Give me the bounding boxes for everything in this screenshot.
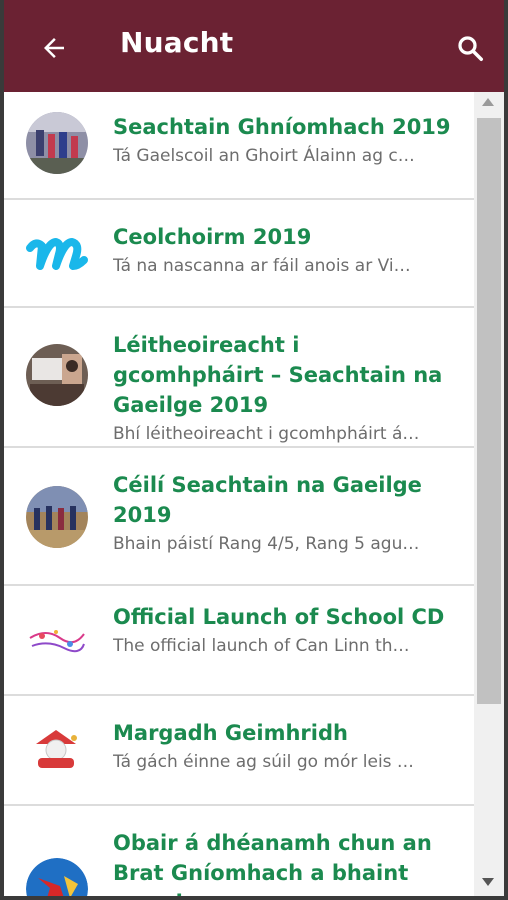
back-button[interactable] bbox=[34, 28, 74, 68]
window-frame-bottom bbox=[0, 896, 508, 900]
news-item[interactable]: Seachtain Ghníomhach 2019 Tá Gaelscoil a… bbox=[4, 92, 474, 200]
news-summary: The official launch of Can Linn th… bbox=[113, 636, 410, 656]
news-thumbnail bbox=[26, 858, 88, 896]
news-summary: Bhain páistí Rang 4/5, Rang 5 agu… bbox=[113, 534, 420, 554]
vimeo-logo-icon bbox=[26, 222, 88, 284]
scroll-up-arrow-icon[interactable] bbox=[482, 98, 494, 106]
news-item[interactable]: Céilí Seachtain na Gaeilge 2019 Bhain pá… bbox=[4, 448, 474, 586]
news-title: Léitheoireacht i gcomhpháirt – Seachtain… bbox=[113, 333, 443, 417]
page-title: Nuacht bbox=[120, 26, 234, 59]
news-item[interactable]: Ceolchoirm 2019 Tá na nascanna ar fáil a… bbox=[4, 200, 474, 308]
news-thumbnail bbox=[26, 112, 88, 174]
scrollbar-thumb[interactable] bbox=[477, 118, 501, 704]
news-list: Seachtain Ghníomhach 2019 Tá Gaelscoil a… bbox=[4, 92, 474, 896]
news-item[interactable]: Obair á dhéanamh chun an Brat Gníomhach … bbox=[4, 806, 474, 896]
search-button[interactable] bbox=[450, 28, 490, 68]
window-frame-right bbox=[504, 0, 508, 900]
arrow-left-icon bbox=[44, 38, 64, 58]
app-bar: Nuacht bbox=[4, 0, 504, 92]
news-title: Ceolchoirm 2019 bbox=[113, 225, 312, 249]
news-item[interactable]: Margadh Geimhridh Tá gách éinne ag súil … bbox=[4, 696, 474, 806]
news-title: Official Launch of School CD bbox=[113, 605, 445, 629]
scrollbar[interactable] bbox=[474, 92, 504, 896]
news-thumbnail bbox=[26, 344, 88, 406]
scroll-down-arrow-icon[interactable] bbox=[482, 878, 494, 886]
search-icon bbox=[458, 36, 483, 61]
news-summary: Bhí léitheoireacht i gcomhpháirt á… bbox=[113, 424, 420, 444]
news-thumbnail bbox=[26, 720, 88, 782]
news-title: Margadh Geimhridh bbox=[113, 721, 348, 745]
news-title: Obair á dhéanamh chun an Brat Gníomhach … bbox=[113, 831, 432, 896]
news-summary: Tá Gaelscoil an Ghoirt Álainn ag c… bbox=[113, 146, 415, 166]
news-summary: Tá gách éinne ag súil go mór leis … bbox=[113, 752, 414, 772]
news-thumbnail bbox=[26, 486, 88, 548]
news-item[interactable]: Official Launch of School CD The officia… bbox=[4, 586, 474, 696]
news-title: Céilí Seachtain na Gaeilge 2019 bbox=[113, 473, 422, 527]
news-thumbnail bbox=[26, 610, 88, 672]
news-title: Seachtain Ghníomhach 2019 bbox=[113, 115, 451, 139]
news-item[interactable]: Léitheoireacht i gcomhpháirt – Seachtain… bbox=[4, 308, 474, 448]
news-summary: Tá na nascanna ar fáil anois ar Vi… bbox=[113, 256, 411, 276]
